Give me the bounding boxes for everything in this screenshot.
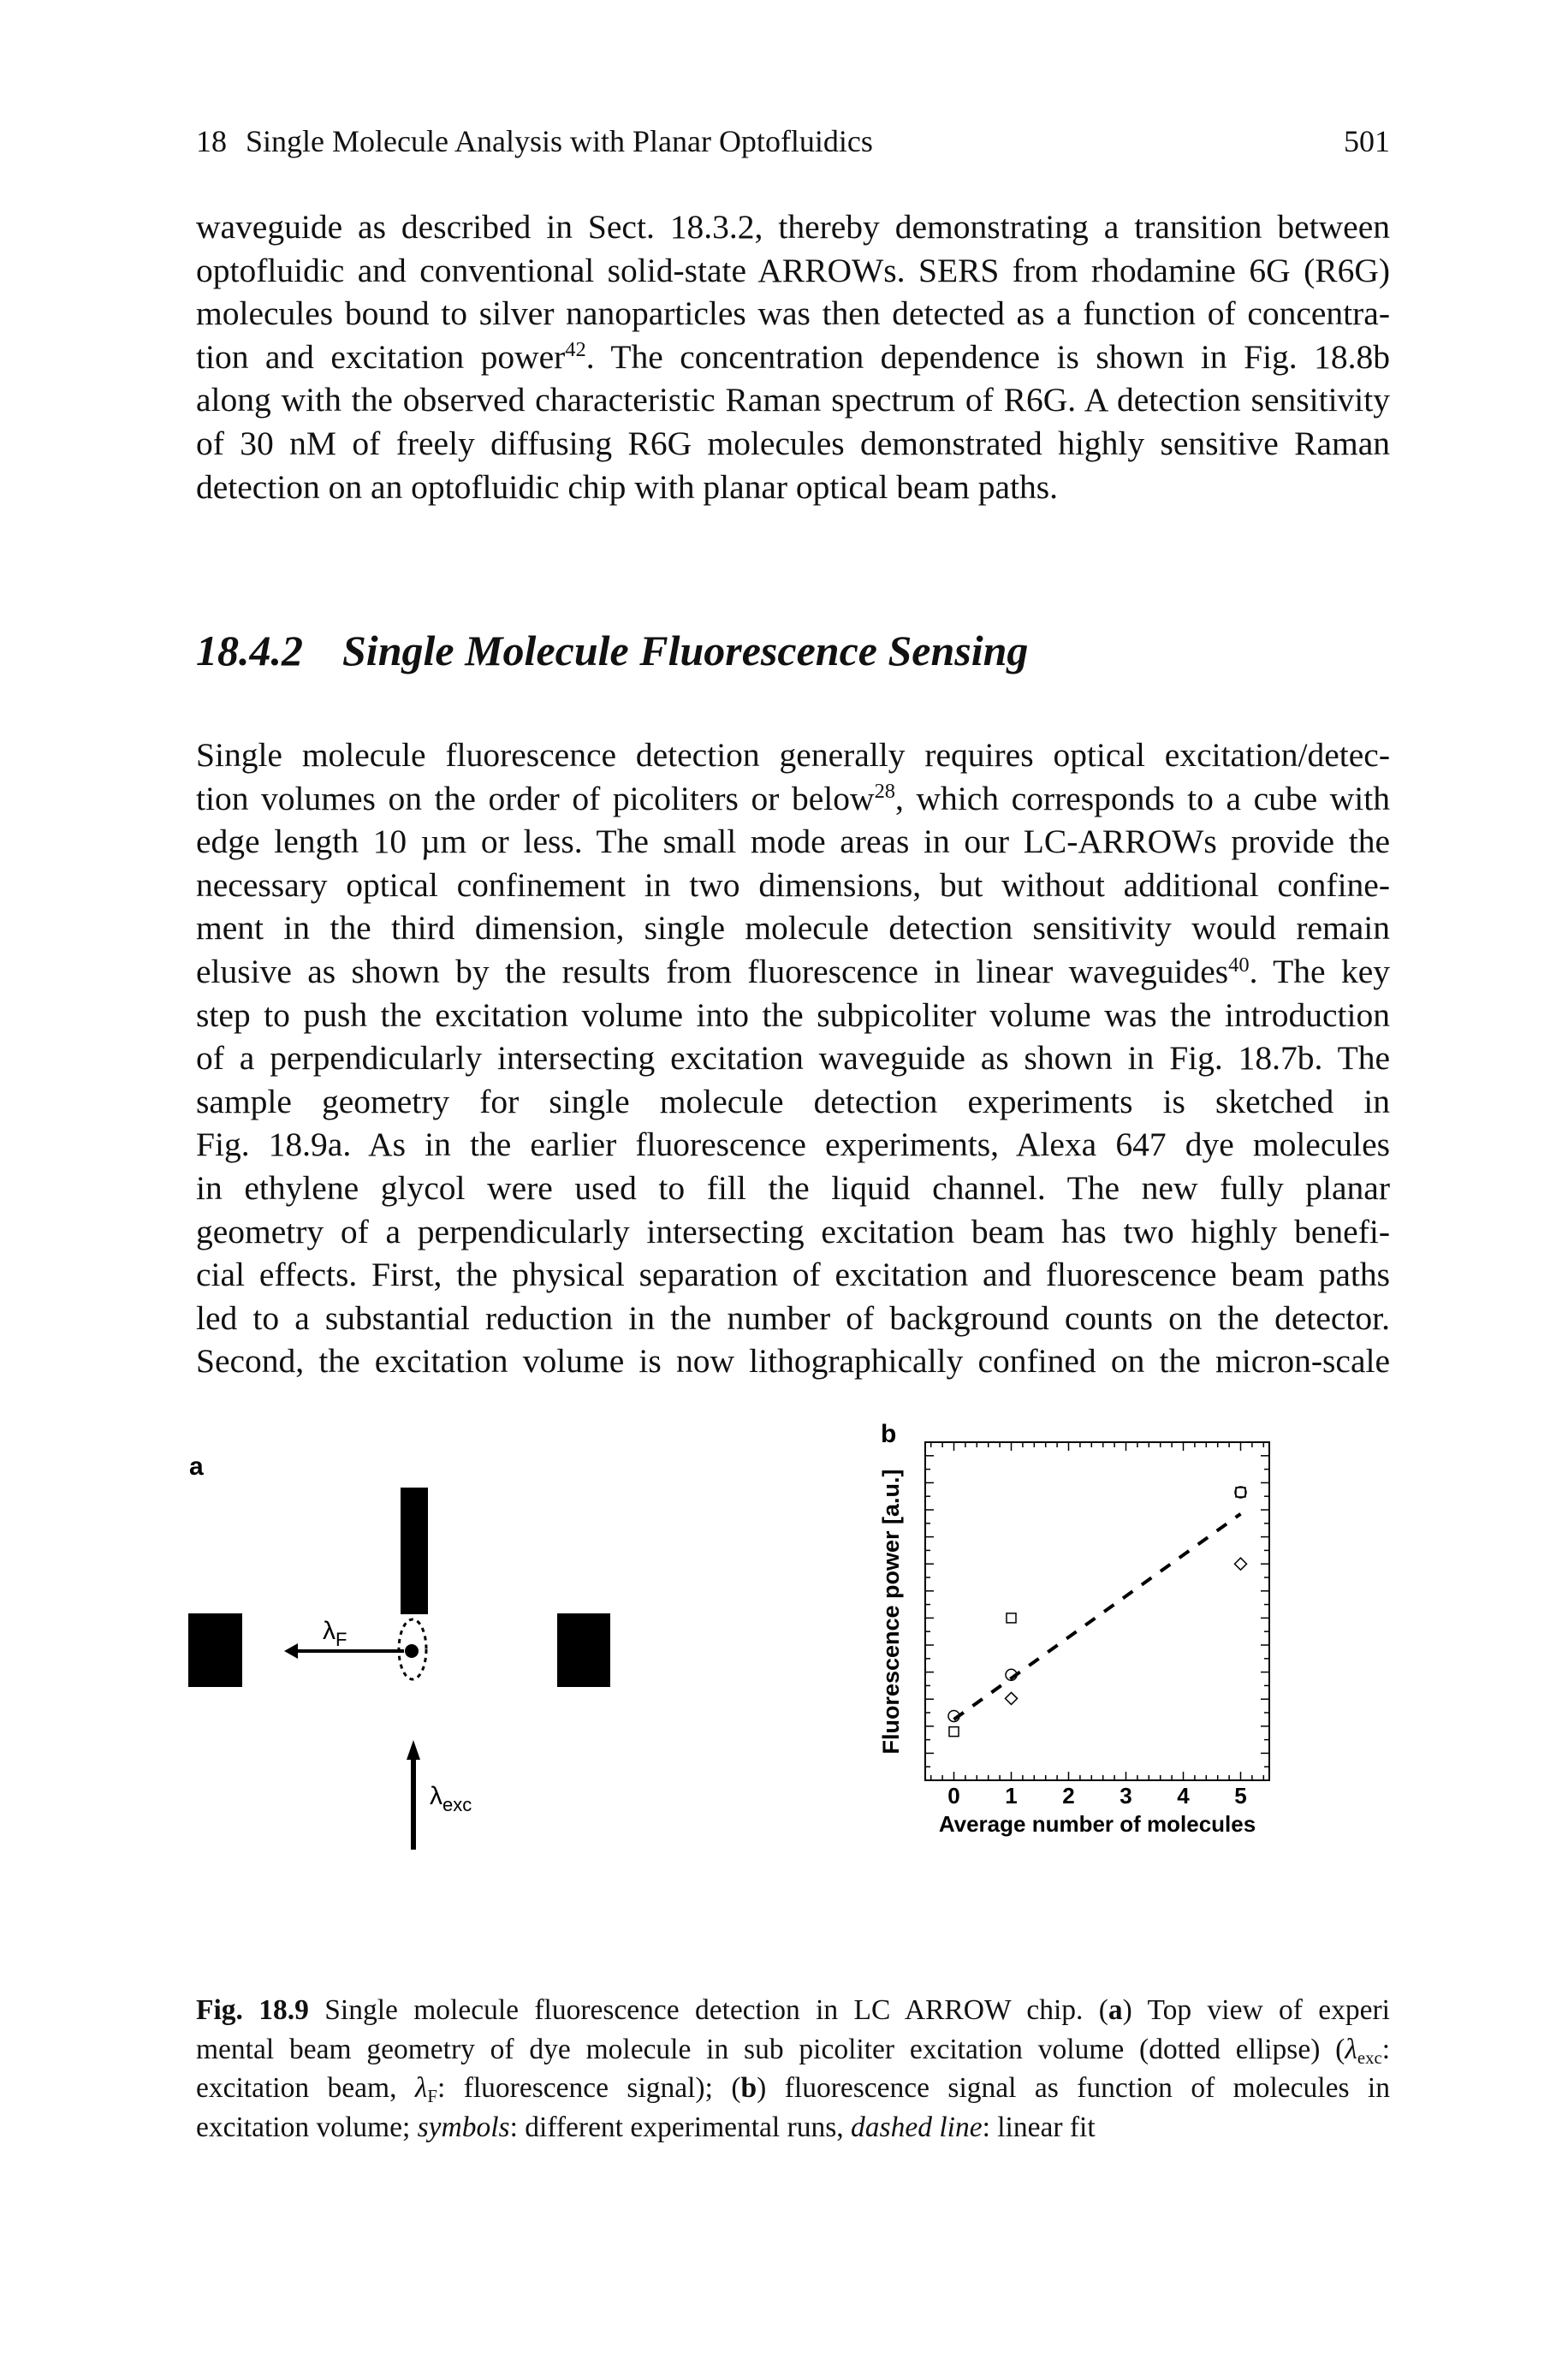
text-line: Fig. 18.9 Single molecule fluorescence d…: [196, 1991, 1390, 2030]
data-points: [947, 1486, 1248, 1737]
text-segment: :: [1381, 2033, 1390, 2065]
text-segment: : linear fit: [982, 2111, 1096, 2143]
figure-b-chart: b 0 1 2 3 4 5 Average number of molecules Flu…: [878, 1420, 1270, 1837]
text-segment: symbols: [417, 2111, 510, 2143]
text-segment: exc: [1357, 2047, 1382, 2068]
text-segment: mental beam geometry of dye molecule in …: [196, 2033, 1345, 2065]
right-waveguide-block: [557, 1613, 610, 1687]
text-segment: Fig. 18.9: [196, 1994, 309, 2026]
excitation-arrowhead: [407, 1740, 420, 1760]
text-segment: λ: [1345, 2033, 1357, 2065]
x-tick-label: 0: [947, 1783, 959, 1809]
text-line: mental beam geometry of dye molecule in …: [196, 2030, 1390, 2070]
text-segment: : different experimental runs,: [509, 2111, 852, 2143]
panel-label-a: a: [189, 1452, 204, 1481]
circle-point: [1234, 1486, 1247, 1499]
text-segment: dashed line: [851, 2111, 983, 2143]
axis-ticks: [925, 1442, 1269, 1780]
text-segment: ) Top view of experi: [1122, 1994, 1390, 2026]
text-line: excitation beam, λF: fluorescence signal…: [196, 2069, 1390, 2108]
x-tick-label: 4: [1177, 1783, 1190, 1809]
text-segment: ) fluorescence signal as function of mol…: [757, 2072, 1390, 2105]
x-tick-label: 2: [1062, 1783, 1074, 1809]
figure-a: a λF λexc: [188, 1452, 610, 1850]
text-segment: excitation beam,: [196, 2072, 415, 2105]
excitation-waveguide-bar: [401, 1488, 428, 1614]
plot-frame: [924, 1441, 1270, 1781]
x-tick-label: 1: [1005, 1783, 1017, 1809]
dye-molecule-dot: [405, 1644, 419, 1658]
x-tick-labels: 0 1 2 3 4 5: [947, 1783, 1246, 1809]
text-segment: a: [1108, 1994, 1123, 2026]
figure-caption: Fig. 18.9 Single molecule fluorescence d…: [196, 1991, 1390, 2147]
x-axis-label: Average number of molecules: [939, 1811, 1256, 1837]
text-line: excitation volume; symbols: different ex…: [196, 2108, 1390, 2147]
square-point: [948, 1726, 959, 1737]
fluorescence-arrowhead: [284, 1643, 298, 1659]
lambda-f-label: λF: [323, 1617, 347, 1650]
diamond-point: [1233, 1557, 1248, 1571]
text-segment: Single molecule fluorescence detection i…: [308, 1994, 1108, 2026]
lambda-exc-label: λexc: [430, 1782, 472, 1815]
y-axis-label: Fluorescence power [a.u.]: [878, 1469, 904, 1754]
text-segment: excitation volume;: [196, 2111, 418, 2143]
diamond-point: [1004, 1691, 1019, 1706]
text-segment: b: [740, 2072, 757, 2105]
x-tick-label: 5: [1234, 1783, 1246, 1809]
text-segment: F: [427, 2087, 437, 2107]
x-tick-label: 3: [1120, 1783, 1131, 1809]
fit-line-group: [953, 1512, 1242, 1721]
panel-label-b: b: [881, 1420, 896, 1448]
square-point: [1006, 1613, 1017, 1624]
text-segment: λ: [414, 2072, 428, 2105]
square-point: [1235, 1487, 1246, 1498]
left-waveguide-block: [188, 1613, 242, 1687]
text-segment: : fluorescence signal); (: [437, 2072, 741, 2105]
fit-line: [953, 1512, 1242, 1721]
